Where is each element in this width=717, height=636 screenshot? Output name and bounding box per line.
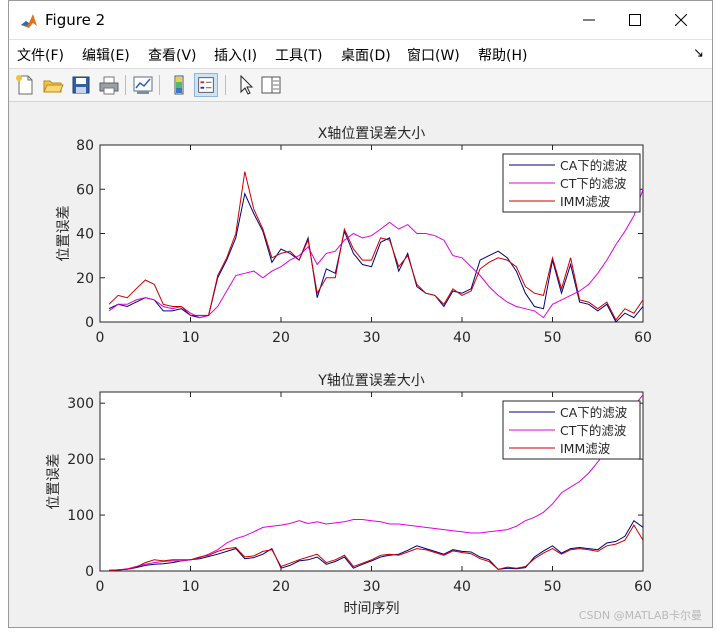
minimize-button[interactable]	[566, 1, 612, 39]
y-tick-label: 0	[85, 315, 94, 331]
axes-title: X轴位置误差大小	[318, 126, 426, 142]
x-tick-label: 20	[272, 579, 290, 595]
legend-button[interactable]	[194, 73, 218, 97]
title-bar: Figure 2	[9, 1, 712, 40]
property-editor-icon[interactable]	[259, 73, 283, 97]
open-folder-icon[interactable]	[41, 73, 65, 97]
figure-toolbar	[9, 69, 712, 102]
colorbar-icon[interactable]	[167, 73, 191, 97]
x-tick-label: 60	[634, 330, 652, 346]
y-tick-label: 80	[76, 138, 94, 154]
y-axis-label: 位置误差	[56, 206, 72, 262]
close-button[interactable]	[658, 1, 704, 39]
y-tick-label: 0	[85, 564, 94, 580]
axes-title: Y轴位置误差大小	[317, 373, 425, 389]
pointer-icon[interactable]	[233, 73, 257, 97]
legend-icon	[198, 77, 214, 93]
menu-insert[interactable]: 插入(I)	[214, 45, 257, 65]
new-figure-icon[interactable]	[13, 73, 37, 97]
x-tick-label: 60	[634, 579, 652, 595]
x-tick-label: 50	[544, 330, 562, 346]
save-icon[interactable]	[69, 73, 93, 97]
close-icon	[675, 14, 687, 26]
window-title: Figure 2	[45, 11, 106, 29]
menu-view[interactable]: 查看(V)	[148, 45, 197, 65]
figure-canvas: 0 10 20 30 40 50 60 0 20 40 60 80 X轴位置误差大小位置误差 CA下的滤波…	[9, 102, 712, 627]
x-tick-label: 20	[272, 330, 290, 346]
x-tick-label: 10	[182, 330, 200, 346]
x-tick-label: 40	[453, 330, 471, 346]
maximize-icon	[629, 14, 641, 26]
y-tick-label: 100	[67, 508, 94, 524]
x-tick-label: 40	[453, 579, 471, 595]
print-icon[interactable]	[97, 73, 121, 97]
menu-bar: 文件(F) 编辑(E) 查看(V) 插入(I) 工具(T) 桌面(D) 窗口(W…	[9, 40, 712, 69]
x-tick-label: 30	[363, 579, 381, 595]
y-tick-label: 200	[67, 452, 94, 468]
matlab-logo-icon	[19, 11, 39, 31]
x-tick-label: 0	[96, 330, 105, 346]
figure-plot: 0 10 20 30 40 50 60 0 20 40 60 80 X轴位置误差大小位置误差 CA下的滤波…	[46, 126, 652, 617]
x-tick-label: 30	[363, 330, 381, 346]
toolbar-separator	[125, 75, 126, 95]
toolbar-separator	[159, 75, 160, 95]
legend-label-2: CT下的滤波	[560, 176, 627, 191]
link-plot-icon[interactable]	[131, 73, 155, 97]
minimize-icon	[583, 19, 595, 21]
x-axis-label: 时间序列	[344, 601, 400, 617]
menu-desktop[interactable]: 桌面(D)	[341, 45, 391, 65]
menu-tools[interactable]: 工具(T)	[275, 45, 322, 65]
y-axis-label: 位置误差	[46, 454, 62, 510]
menu-edit[interactable]: 编辑(E)	[82, 45, 130, 65]
y-tick-label: 300	[67, 396, 94, 412]
legend: CA下的滤波 CT下的滤波 IMM滤波	[502, 400, 641, 460]
dock-arrow-icon[interactable]: ↘	[693, 46, 704, 61]
x-tick-label: 50	[544, 579, 562, 595]
menu-file[interactable]: 文件(F)	[17, 45, 64, 65]
menu-help[interactable]: 帮助(H)	[478, 45, 527, 65]
watermark: CSDN @MATLAB卡尔曼	[578, 609, 702, 622]
y-tick-label: 20	[76, 271, 94, 287]
x-tick-label: 0	[96, 579, 105, 595]
figure-window: Figure 2 文件(F) 编辑(E) 查看(V) 插入(I) 工具(T) 桌…	[8, 0, 713, 628]
legend-label-2: CT下的滤波	[560, 423, 627, 438]
maximize-button[interactable]	[612, 1, 658, 39]
toolbar-separator	[225, 75, 226, 95]
axes-1: 0 10 20 30 40 50 60 0 20 40 60 80 X轴位置误差大小位置误差 CA下的滤波…	[56, 126, 652, 346]
legend-label-1: CA下的滤波	[560, 405, 628, 420]
legend-label-3: IMM滤波	[560, 441, 611, 456]
menu-window[interactable]: 窗口(W)	[407, 45, 460, 65]
y-tick-label: 40	[76, 227, 94, 243]
axes-2: 0 10 20 30 40 50 60 0 100 200 300 Y轴位置误差大小时间序列 位置误差 C…	[46, 373, 652, 617]
y-tick-label: 60	[76, 182, 94, 198]
legend-label-3: IMM滤波	[560, 194, 611, 209]
legend: CA下的滤波 CT下的滤波 IMM滤波	[502, 153, 641, 213]
x-tick-label: 10	[182, 579, 200, 595]
legend-label-1: CA下的滤波	[560, 158, 628, 173]
